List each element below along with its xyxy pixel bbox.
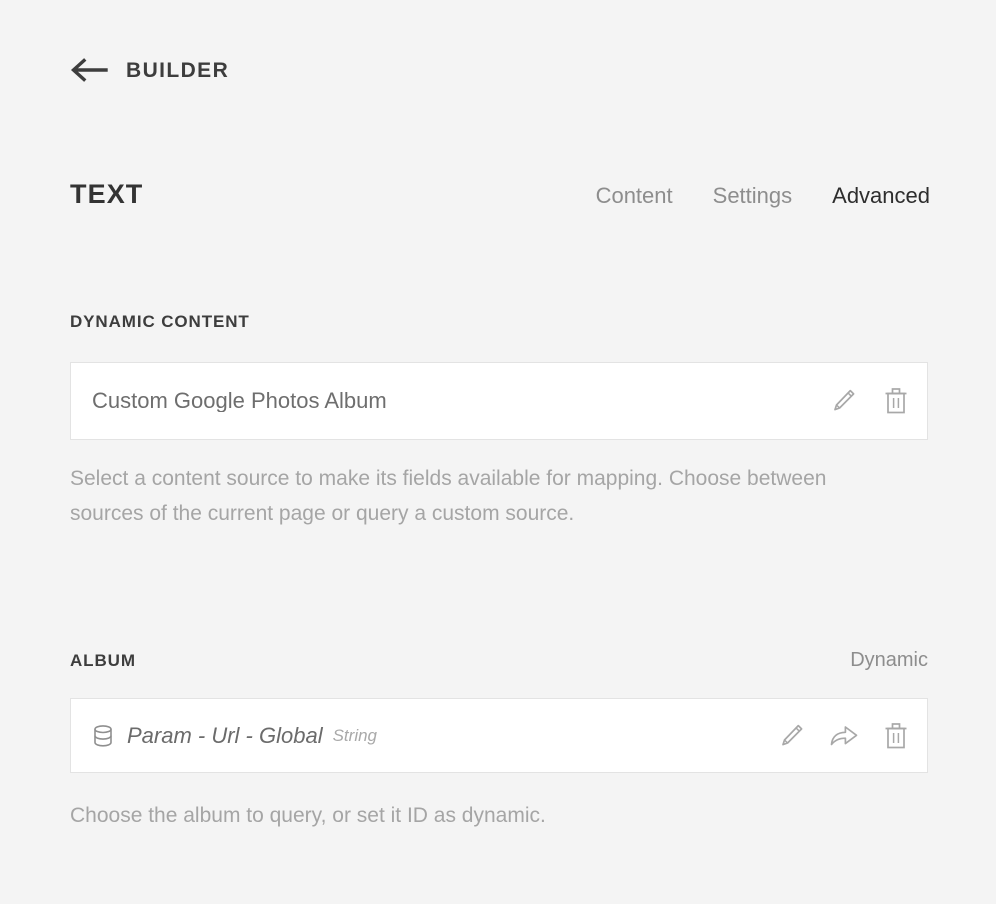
page-title: TEXT [70, 179, 144, 209]
tab-settings[interactable]: Settings [713, 185, 793, 207]
trash-icon[interactable] [881, 384, 911, 418]
dynamic-content-value: Custom Google Photos Album [92, 390, 387, 412]
tab-bar: Content Settings Advanced [596, 185, 930, 207]
album-value-type: String [332, 726, 378, 745]
album-value-wrap: Param - Url - Global String [92, 724, 777, 748]
back-label: BUILDER [126, 58, 230, 82]
dynamic-content-helper-text: Select a content source to make its fiel… [70, 467, 827, 525]
dynamic-content-value-wrap: Custom Google Photos Album [92, 390, 829, 412]
database-icon [92, 724, 114, 748]
tab-content[interactable]: Content [596, 185, 673, 207]
album-field[interactable]: Param - Url - Global String [70, 698, 928, 773]
trash-icon[interactable] [881, 719, 911, 753]
dynamic-content-section-label: DYNAMIC CONTENT [70, 312, 250, 331]
back-to-builder-button[interactable]: BUILDER [70, 58, 229, 82]
dynamic-content-actions [829, 384, 911, 418]
album-actions [777, 719, 911, 753]
edit-icon[interactable] [829, 384, 859, 418]
dynamic-content-field[interactable]: Custom Google Photos Album [70, 362, 928, 440]
album-value: Param - Url - Global [127, 723, 323, 748]
album-dynamic-toggle-label[interactable]: Dynamic [850, 650, 928, 670]
panel-header: TEXT Content Settings Advanced [70, 181, 930, 217]
edit-icon[interactable] [777, 719, 807, 753]
album-section-label: ALBUM [70, 651, 136, 670]
tab-advanced[interactable]: Advanced [832, 185, 930, 207]
album-helper-text: Choose the album to query, or set it ID … [70, 804, 546, 827]
builder-panel: BUILDER TEXT Content Settings Advanced D… [0, 0, 996, 904]
share-icon[interactable] [829, 719, 859, 753]
arrow-left-icon [70, 58, 108, 82]
